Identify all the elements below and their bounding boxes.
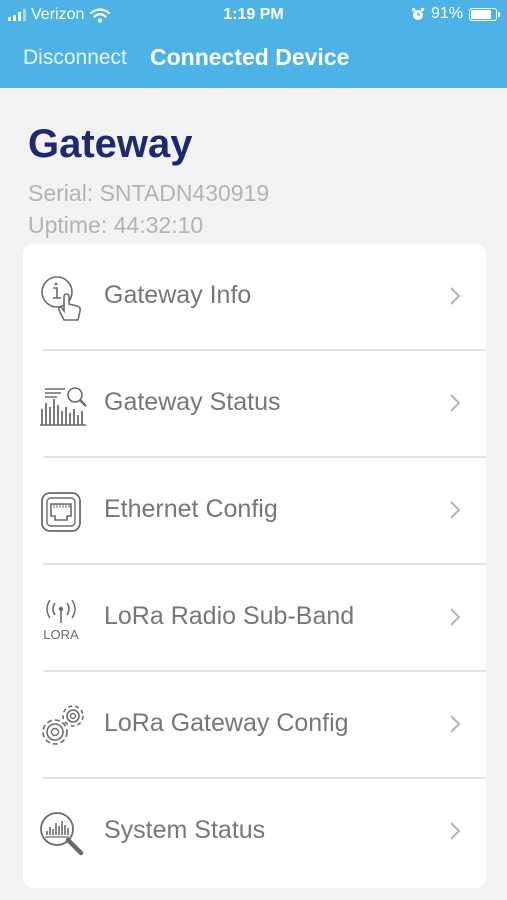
menu-item-system-status[interactable]: System Status xyxy=(23,779,486,886)
status-chart-icon xyxy=(40,387,87,426)
menu-item-label: System Status xyxy=(104,816,266,844)
status-bar: Verizon 1:19 PM 91% xyxy=(0,0,507,30)
nav-bar: Disconnect Connected Device xyxy=(0,36,507,80)
menu-item-label: Ethernet Config xyxy=(104,495,278,523)
menu-item-lora-gateway-config[interactable]: LoRa Gateway Config xyxy=(23,672,486,779)
page-title: Gateway xyxy=(28,122,193,166)
chevron-right-icon xyxy=(450,715,461,733)
nav-title: Connected Device xyxy=(150,44,350,70)
menu-item-label: LoRa Radio Sub-Band xyxy=(104,602,355,630)
disconnect-button[interactable]: Disconnect xyxy=(23,46,127,70)
menu-item-label: LoRa Gateway Config xyxy=(104,709,349,737)
info-touch-icon xyxy=(41,276,81,321)
menu-item-ethernet-config[interactable]: Ethernet Config xyxy=(23,458,486,565)
menu-item-gateway-status[interactable]: Gateway Status xyxy=(23,351,486,458)
ethernet-port-icon xyxy=(41,492,81,532)
chevron-right-icon xyxy=(450,822,461,840)
lora-icon-text: LORA xyxy=(43,627,79,642)
chevron-right-icon xyxy=(450,501,461,519)
chevron-right-icon xyxy=(450,287,461,305)
magnify-chart-icon xyxy=(40,812,84,856)
battery-percent: 91% xyxy=(430,5,463,22)
gears-icon xyxy=(42,705,84,745)
status-right: 91% xyxy=(411,5,500,23)
top-bar: Verizon 1:19 PM 91% Disconnect Connected… xyxy=(0,0,507,88)
menu-card: Gateway Info Gateway Status Ethernet Con… xyxy=(23,244,486,888)
menu-item-label: Gateway Status xyxy=(104,388,281,416)
alarm-icon xyxy=(411,7,425,20)
menu-item-lora-radio-sub-band[interactable]: LORA LoRa Radio Sub-Band xyxy=(23,565,486,672)
menu-item-label: Gateway Info xyxy=(104,281,252,309)
menu-item-gateway-info[interactable]: Gateway Info xyxy=(23,244,486,351)
battery-icon xyxy=(469,7,500,21)
serial-text: Serial: SNTADN430919 xyxy=(28,180,270,206)
chevron-right-icon xyxy=(450,608,461,626)
uptime-text: Uptime: 44:32:10 xyxy=(28,212,204,238)
battery-fill xyxy=(471,9,491,19)
lora-antenna-icon: LORA xyxy=(43,599,79,642)
chevron-right-icon xyxy=(450,394,461,412)
